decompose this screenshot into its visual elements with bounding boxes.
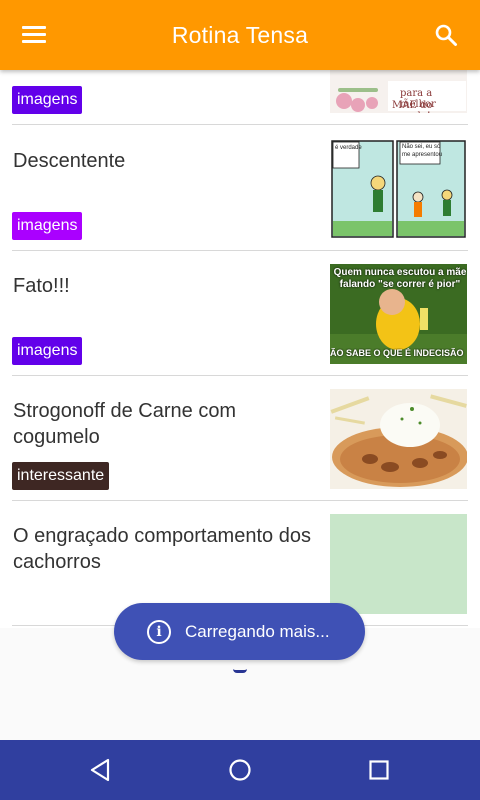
search-button[interactable] bbox=[426, 18, 466, 52]
item-title: Descentente bbox=[13, 150, 126, 172]
item-thumbnail-placeholder[interactable] bbox=[330, 514, 467, 614]
system-nav-bar bbox=[0, 740, 480, 800]
item-thumbnail[interactable]: é verdade Não sei, eu só me apresentou bbox=[330, 139, 467, 239]
thumbnail-caption: falando "se correr é pior" bbox=[339, 279, 461, 290]
post-feed[interactable]: imagens para a melhor MÃE do mundo! Desc… bbox=[0, 70, 480, 628]
item-title: Strogonoff de Carne com cogumelo bbox=[13, 400, 237, 448]
thumbnail-caption: é verdade bbox=[335, 145, 362, 151]
item-thumbnail[interactable]: para a melhor MÃE do mundo! bbox=[330, 70, 467, 113]
recents-square-icon bbox=[369, 760, 389, 780]
thumbnail-caption: Quem nunca escutou a mãe bbox=[333, 267, 467, 278]
home-button[interactable] bbox=[220, 750, 260, 790]
item-title: Fato!!! bbox=[13, 275, 70, 297]
item-thumbnail[interactable] bbox=[330, 389, 467, 489]
item-divider bbox=[12, 124, 468, 125]
recents-button[interactable] bbox=[359, 750, 399, 790]
thumbnail-caption: ÃO SABE O QUE É INDECISÃO bbox=[330, 348, 464, 358]
category-tag[interactable]: imagens bbox=[12, 86, 83, 114]
loading-spinner-icon bbox=[233, 669, 247, 673]
loading-toast: i Carregando mais... bbox=[114, 603, 365, 660]
thumbnail-caption: me apresentou bbox=[402, 152, 443, 158]
list-item[interactable]: imagens para a melhor MÃE do mundo! bbox=[0, 70, 480, 125]
item-thumbnail[interactable]: Quem nunca escutou a mãe falando "se cor… bbox=[330, 264, 467, 364]
list-item[interactable]: Strogonoff de Carne com cogumelo interes… bbox=[0, 376, 480, 501]
list-item[interactable]: Descentente imagens é verdade Não sei, e… bbox=[0, 126, 480, 251]
list-item[interactable]: Fato!!! imagens Quem nunca escutou a mãe… bbox=[0, 251, 480, 376]
app-bar: Rotina Tensa bbox=[0, 0, 480, 70]
search-icon bbox=[435, 24, 457, 46]
item-title: O engraçado comportamento dos cachorros bbox=[13, 525, 311, 573]
home-circle-icon bbox=[229, 759, 251, 781]
app-title: Rotina Tensa bbox=[171, 22, 309, 48]
category-tag[interactable]: interessante bbox=[12, 462, 110, 490]
info-icon: i bbox=[147, 619, 171, 644]
category-tag[interactable]: imagens bbox=[12, 337, 83, 365]
back-button[interactable] bbox=[80, 750, 120, 790]
thumbnail-caption: MÃE do mundo! bbox=[392, 100, 433, 113]
toast-text: Carregando mais... bbox=[185, 621, 330, 641]
back-triangle-icon bbox=[90, 758, 110, 782]
category-tag[interactable]: imagens bbox=[12, 212, 83, 240]
thumbnail-caption: Não sei, eu só bbox=[402, 144, 441, 150]
